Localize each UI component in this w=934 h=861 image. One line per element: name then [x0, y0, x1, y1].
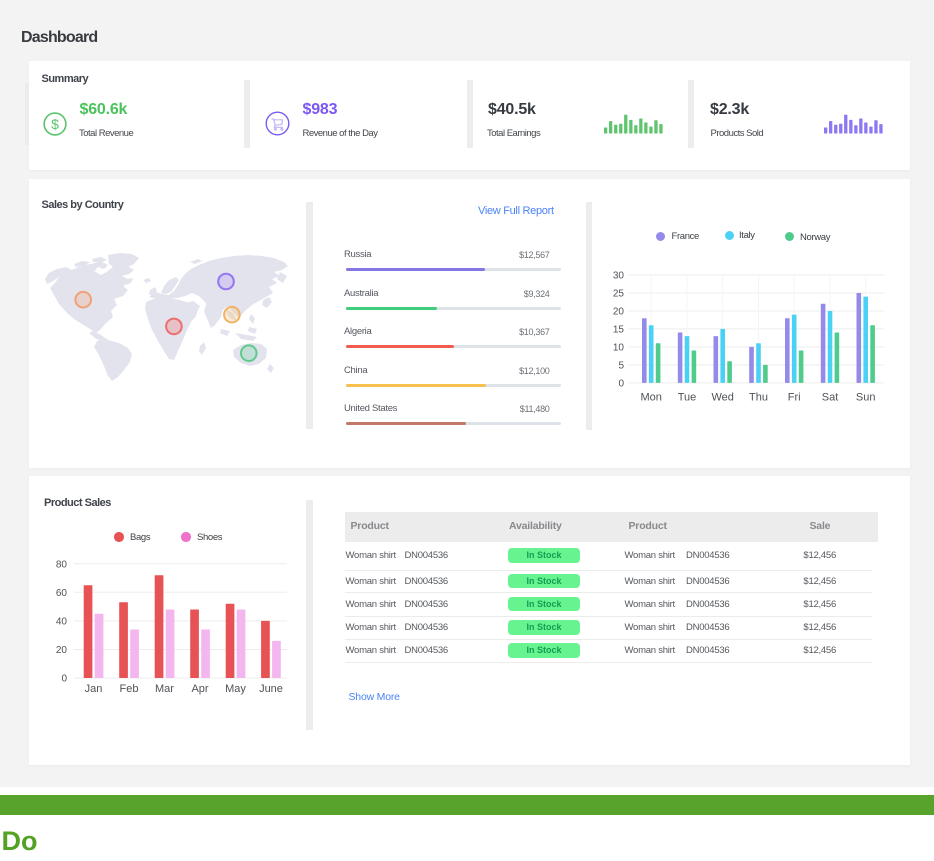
svg-text:June: June	[259, 683, 283, 695]
svg-text:15: 15	[613, 324, 625, 335]
svg-text:May: May	[225, 683, 246, 695]
svg-text:0: 0	[618, 378, 624, 389]
svg-text:10: 10	[613, 342, 625, 353]
svg-text:Fri: Fri	[788, 392, 801, 404]
svg-text:60: 60	[56, 588, 68, 599]
svg-text:Tue: Tue	[678, 392, 697, 404]
svg-text:20: 20	[56, 645, 68, 656]
svg-text:30: 30	[613, 271, 625, 282]
svg-text:40: 40	[56, 616, 68, 627]
svg-text:Wed: Wed	[711, 392, 733, 404]
svg-text:Jan: Jan	[85, 683, 103, 695]
svg-text:Mar: Mar	[155, 683, 174, 695]
svg-text:Mon: Mon	[640, 392, 661, 404]
svg-text:Sat: Sat	[822, 392, 839, 404]
svg-text:Apr: Apr	[191, 683, 208, 695]
svg-text:20: 20	[613, 307, 625, 318]
svg-text:Sun: Sun	[856, 392, 876, 404]
svg-text:Feb: Feb	[120, 683, 139, 695]
svg-text:5: 5	[618, 360, 624, 371]
svg-text:0: 0	[61, 674, 67, 685]
svg-text:$: $	[51, 116, 59, 132]
svg-text:80: 80	[56, 559, 68, 570]
svg-text:Thu: Thu	[749, 392, 768, 404]
svg-text:25: 25	[613, 289, 625, 300]
